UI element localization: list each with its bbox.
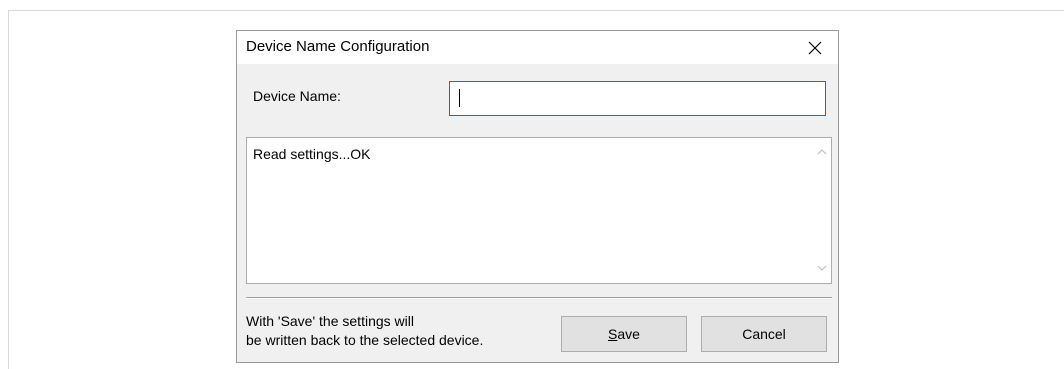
page-frame-left-border <box>8 10 9 369</box>
close-button[interactable] <box>792 31 838 64</box>
chevron-down-icon[interactable] <box>816 264 828 272</box>
close-icon <box>808 41 822 55</box>
save-hint: With 'Save' the settings will be written… <box>246 312 483 350</box>
save-accelerator: S <box>608 326 618 342</box>
save-hint-line-2: be written back to the selected device. <box>246 332 484 348</box>
footer-separator <box>246 297 832 298</box>
device-name-dialog: Device Name Configuration Device Name: R… <box>236 30 839 363</box>
dialog-title: Device Name Configuration <box>246 38 430 55</box>
dialog-titlebar: Device Name Configuration <box>237 31 838 64</box>
text-caret <box>459 89 460 107</box>
status-log-text: Read settings...OK <box>253 146 371 162</box>
status-log-scrollbar[interactable] <box>814 138 831 283</box>
save-hint-line-1: With 'Save' the settings will <box>246 313 414 329</box>
save-label-rest: ave <box>617 326 640 342</box>
device-name-label: Device Name: <box>253 88 341 104</box>
status-log[interactable]: Read settings...OK <box>246 137 832 284</box>
cancel-button[interactable]: Cancel <box>701 316 827 352</box>
page-frame-top-border <box>8 10 1064 11</box>
save-button[interactable]: Save <box>561 316 687 352</box>
device-name-input[interactable] <box>449 81 826 116</box>
chevron-up-icon[interactable] <box>816 148 828 156</box>
